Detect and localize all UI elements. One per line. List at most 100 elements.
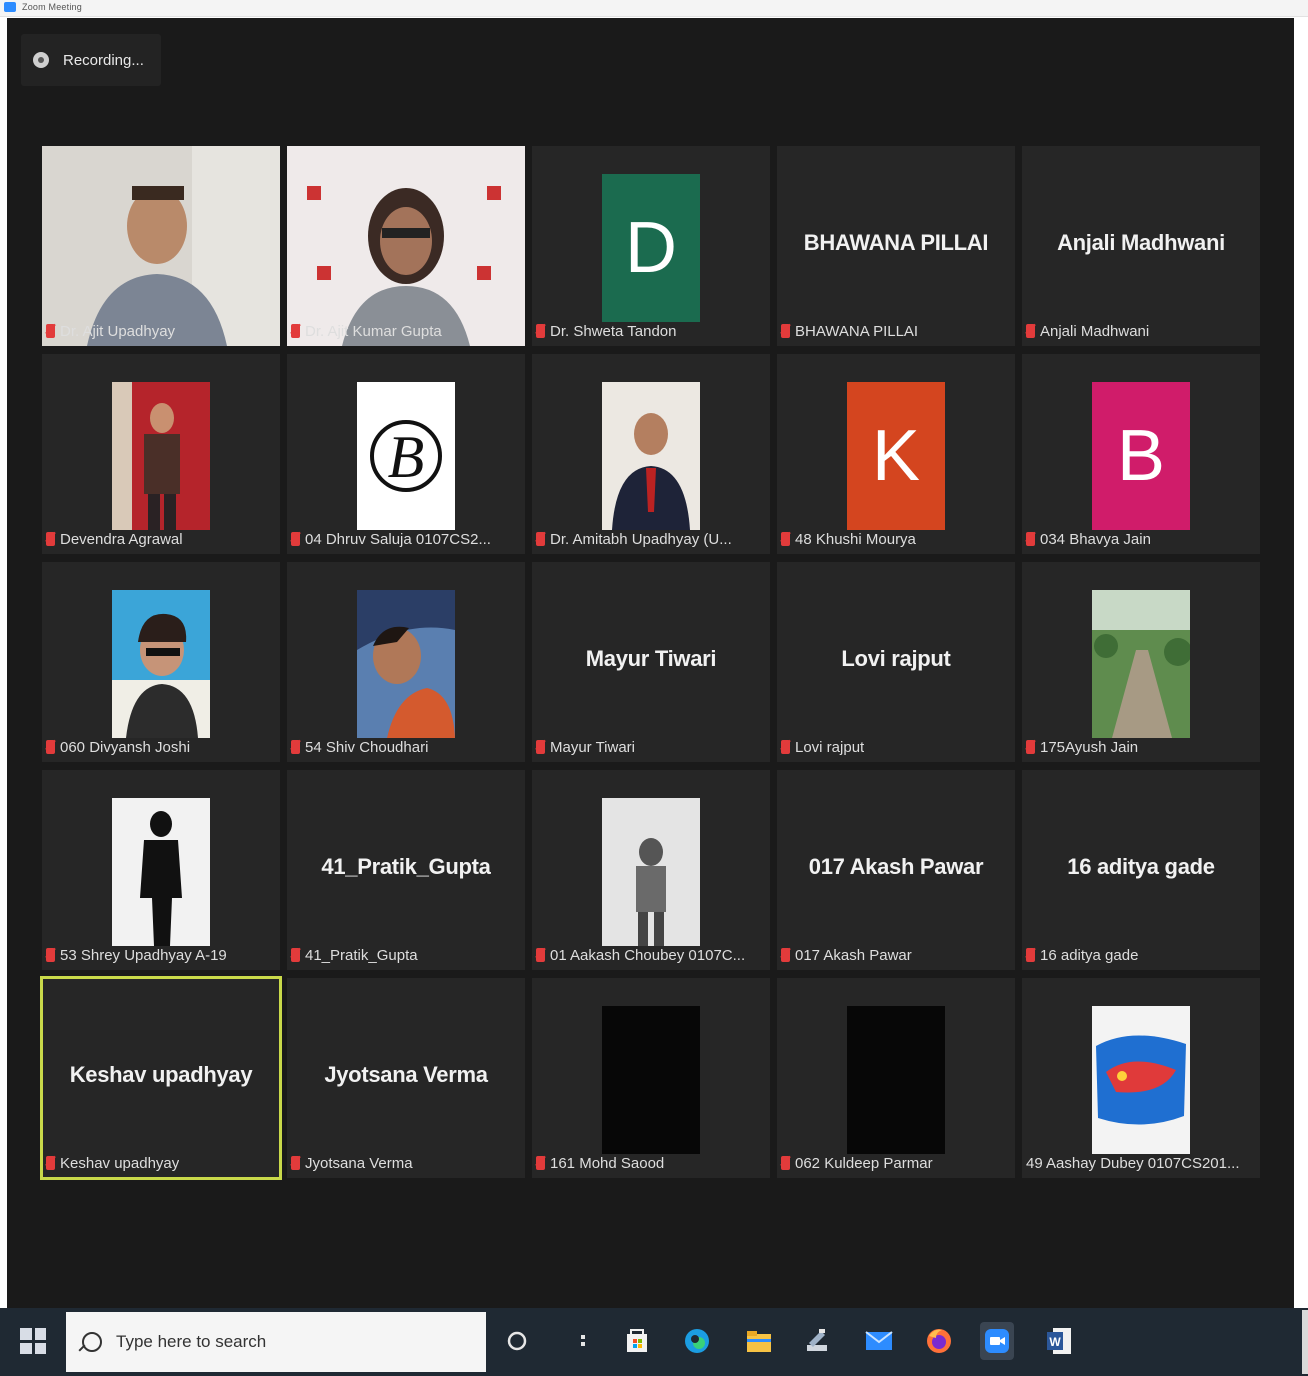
participant-name-bar: 175Ayush Jain — [1026, 736, 1256, 758]
participant-tile-16-aditya-gade[interactable]: 16 aditya gade 16 aditya gade — [1022, 770, 1260, 970]
participant-name-bar: Mayur Tiwari — [536, 736, 766, 758]
participant-tile-04-dhruv-saluja-0107cs2[interactable]: B 04 Dhruv Saluja 0107CS2... — [287, 354, 525, 554]
muted-mic-icon — [536, 532, 545, 546]
participant-name-label: 53 Shrey Upadhyay A-19 — [60, 946, 227, 964]
tool-icon[interactable] — [800, 1322, 834, 1360]
participant-tile-dr-ajit-kumar-gupta[interactable]: Dr. Ajit Kumar Gupta — [287, 146, 525, 346]
participant-tile-dr-shweta-tandon[interactable]: D Dr. Shweta Tandon — [532, 146, 770, 346]
muted-mic-icon — [291, 532, 300, 546]
participant-name-bar: Dr. Ajit Kumar Gupta — [291, 320, 521, 342]
participant-name-bar: BHAWANA PILLAI — [781, 320, 1011, 342]
participant-display-name: Jyotsana Verma — [324, 1062, 488, 1087]
muted-mic-icon — [46, 948, 55, 962]
participant-name-bar: 04 Dhruv Saluja 0107CS2... — [291, 528, 521, 550]
participant-name-label: Keshav upadhyay — [60, 1154, 180, 1172]
participant-tile-017-akash-pawar[interactable]: 017 Akash Pawar 017 Akash Pawar — [777, 770, 1015, 970]
mail-icon[interactable] — [862, 1322, 896, 1360]
participant-display-name: 41_Pratik_Gupta — [321, 854, 491, 879]
participant-tile-41-pratik-gupta[interactable]: 41_Pratik_Gupta 41_Pratik_Gupta — [287, 770, 525, 970]
muted-mic-icon — [781, 740, 790, 754]
muted-mic-icon — [1026, 740, 1035, 754]
participant-tile-062-kuldeep-parmar[interactable]: 062 Kuldeep Parmar — [777, 978, 1015, 1178]
participant-name-bar: 54 Shiv Choudhari — [291, 736, 521, 758]
participant-name-label: Anjali Madhwani — [1040, 322, 1150, 340]
recording-label: Recording... — [63, 51, 144, 69]
participant-tile-49-aashay-dubey-0107cs201[interactable]: 49 Aashay Dubey 0107CS201... — [1022, 978, 1260, 1178]
window-title: Zoom Meeting — [22, 2, 82, 12]
participant-display-name: Lovi rajput — [841, 646, 951, 671]
participant-name-label: Devendra Agrawal — [60, 530, 183, 548]
participant-display-name: Keshav upadhyay — [69, 1062, 253, 1087]
taskbar-search-box[interactable]: Type here to search — [66, 1312, 486, 1372]
participant-tile-175ayush-jain[interactable]: 175Ayush Jain — [1022, 562, 1260, 762]
zoom-icon[interactable] — [980, 1322, 1014, 1360]
participant-name-bar: 161 Mohd Saood — [536, 1152, 766, 1174]
muted-mic-icon — [46, 532, 55, 546]
muted-mic-icon — [536, 740, 545, 754]
muted-mic-icon — [781, 532, 790, 546]
participant-name-label: 017 Akash Pawar — [795, 946, 912, 964]
file-explorer-icon[interactable] — [742, 1322, 776, 1360]
participant-name-label: 161 Mohd Saood — [550, 1154, 665, 1172]
participant-name-bar: 01 Aakash Choubey 0107C... — [536, 944, 766, 966]
participant-tile-lovi-rajput[interactable]: Lovi rajput Lovi rajput — [777, 562, 1015, 762]
participant-tile-034-bhavya-jain[interactable]: B 034 Bhavya Jain — [1022, 354, 1260, 554]
word-icon[interactable]: W — [1042, 1322, 1076, 1360]
participant-tile-keshav-upadhyay[interactable]: Keshav upadhyay Keshav upadhyay — [40, 976, 282, 1180]
participant-name-bar: 41_Pratik_Gupta — [291, 944, 521, 966]
store-icon[interactable] — [620, 1322, 654, 1360]
start-button[interactable] — [20, 1328, 46, 1354]
recording-badge[interactable]: Recording... — [21, 34, 161, 86]
participant-display-name: Anjali Madhwani — [1057, 230, 1225, 255]
muted-mic-icon — [1026, 948, 1035, 962]
muted-mic-icon — [536, 948, 545, 962]
participant-tile-devendra-agrawal[interactable]: Devendra Agrawal — [42, 354, 280, 554]
meeting-window: Recording... Dr. Ajit Upadhyay Dr. Ajit K… — [7, 18, 1294, 1308]
participant-name-bar: Dr. Shweta Tandon — [536, 320, 766, 342]
participant-name-label: Jyotsana Verma — [305, 1154, 413, 1172]
participant-name-label: 16 aditya gade — [1040, 946, 1139, 964]
participant-name-label: 062 Kuldeep Parmar — [795, 1154, 933, 1172]
zoom-app-icon — [4, 2, 16, 12]
participant-tile-01-aakash-choubey-0107c[interactable]: 01 Aakash Choubey 0107C... — [532, 770, 770, 970]
participant-tile-53-shrey-upadhyay-a-19[interactable]: 53 Shrey Upadhyay A-19 — [42, 770, 280, 970]
muted-mic-icon — [781, 324, 790, 338]
participant-name-label: 034 Bhavya Jain — [1040, 530, 1151, 548]
participant-name-bar: 16 aditya gade — [1026, 944, 1256, 966]
avatar-initial: B — [1092, 382, 1190, 530]
participant-name-label: Dr. Shweta Tandon — [550, 322, 677, 340]
firefox-icon[interactable] — [922, 1322, 956, 1360]
muted-mic-icon — [1026, 324, 1035, 338]
muted-mic-icon — [291, 948, 300, 962]
muted-mic-icon — [1026, 532, 1035, 546]
edge-icon[interactable] — [680, 1322, 714, 1360]
muted-mic-icon — [781, 1156, 790, 1170]
participant-tile-dr-ajit-upadhyay[interactable]: Dr. Ajit Upadhyay — [42, 146, 280, 346]
participant-tile-54-shiv-choudhari[interactable]: 54 Shiv Choudhari — [287, 562, 525, 762]
svg-text:W: W — [1049, 1335, 1061, 1349]
cortana-icon[interactable] — [500, 1322, 534, 1360]
participant-name-label: 41_Pratik_Gupta — [305, 946, 418, 964]
participant-name-label: 060 Divyansh Joshi — [60, 738, 191, 756]
participant-tile-jyotsana-verma[interactable]: Jyotsana Verma Jyotsana Verma — [287, 978, 525, 1178]
participant-tile-anjali-madhwani[interactable]: Anjali Madhwani Anjali Madhwani — [1022, 146, 1260, 346]
muted-mic-icon — [46, 740, 55, 754]
participant-name-label: 01 Aakash Choubey 0107C... — [550, 946, 746, 964]
task-view-icon[interactable] — [566, 1322, 600, 1360]
participant-tile-bhawana-pillai[interactable]: BHAWANA PILLAI BHAWANA PILLAI — [777, 146, 1015, 346]
right-edge-strip — [1302, 1310, 1308, 1374]
participant-name-bar: Keshav upadhyay — [46, 1152, 276, 1174]
participant-tile-060-divyansh-joshi[interactable]: 060 Divyansh Joshi — [42, 562, 280, 762]
participant-name-label: Mayur Tiwari — [550, 738, 636, 756]
participant-name-bar: 060 Divyansh Joshi — [46, 736, 276, 758]
svg-text:B: B — [388, 424, 425, 490]
participant-name-label: Dr. Ajit Upadhyay — [60, 322, 176, 340]
participant-tile-161-mohd-saood[interactable]: 161 Mohd Saood — [532, 978, 770, 1178]
participant-name-bar: 53 Shrey Upadhyay A-19 — [46, 944, 276, 966]
participant-tile-mayur-tiwari[interactable]: Mayur Tiwari Mayur Tiwari — [532, 562, 770, 762]
participant-tile-dr-amitabh-upadhyay-u[interactable]: Dr. Amitabh Upadhyay (U... — [532, 354, 770, 554]
participant-name-bar: 49 Aashay Dubey 0107CS201... — [1026, 1152, 1256, 1174]
participant-tile-48-khushi-mourya[interactable]: K 48 Khushi Mourya — [777, 354, 1015, 554]
participant-display-name: BHAWANA PILLAI — [803, 230, 989, 255]
muted-mic-icon — [46, 1156, 55, 1170]
